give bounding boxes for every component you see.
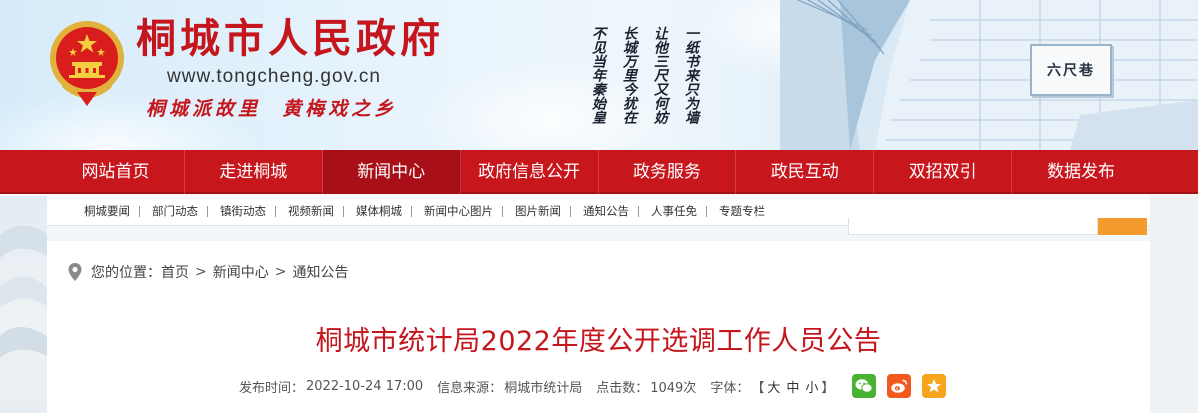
- poem-column: 不见当年秦始皇: [590, 26, 606, 124]
- nav-item-home[interactable]: 网站首页: [47, 150, 185, 194]
- breadcrumb-home[interactable]: 首页: [161, 262, 189, 282]
- breadcrumb-separator: >: [274, 264, 287, 280]
- article-title: 桐城市统计局2022年度公开选调工作人员公告: [315, 326, 882, 357]
- breadcrumb: 您的位置： 首页 > 新闻中心 > 通知公告: [67, 261, 348, 283]
- nav-item-data[interactable]: 数据发布: [1012, 150, 1150, 194]
- nav-item-services[interactable]: 政务服务: [599, 150, 737, 194]
- add-favorite-button[interactable]: [922, 374, 947, 398]
- site-header: 桐城市人民政府 www.tongcheng.gov.cn 桐城派故里 黄梅戏之乡…: [0, 0, 1198, 150]
- subnav-item-department[interactable]: 部门动态: [140, 203, 207, 219]
- nav-item-interaction[interactable]: 政民互动: [736, 150, 875, 194]
- article-panel: 您的位置： 首页 > 新闻中心 > 通知公告 桐城市统计局2022年度公开选调工…: [47, 241, 1150, 413]
- subnav-item-headlines[interactable]: 桐城要闻: [74, 203, 139, 219]
- font-small-button[interactable]: 小: [805, 377, 818, 396]
- article-meta: 发布时间： 2022-10-24 17:00 信息来源： 桐城市统计局 点击数：…: [239, 373, 947, 399]
- main-nav: 网站首页 走进桐城 新闻中心 政府信息公开 政务服务 政民互动 双招双引 数据发…: [0, 150, 1198, 194]
- share-wechat-button[interactable]: [852, 374, 877, 398]
- subnav-item-video[interactable]: 视频新闻: [276, 203, 343, 219]
- national-emblem-icon[interactable]: [47, 18, 127, 108]
- site-slogan: 桐城派故里 黄梅戏之乡: [146, 98, 398, 120]
- poem-column: 让他三尺又何妨: [652, 26, 668, 124]
- publish-time: 2022-10-24 17:00: [306, 378, 424, 394]
- subnav-item-topics[interactable]: 专题专栏: [707, 203, 774, 219]
- subnav-item-media[interactable]: 媒体桐城: [344, 203, 411, 219]
- share-weibo-button[interactable]: [887, 374, 912, 398]
- subnav-item-personnel[interactable]: 人事任免: [639, 203, 706, 219]
- font-bracket-close: 】: [821, 380, 835, 396]
- font-bracket-open: 【: [751, 380, 765, 396]
- left-decoration: [0, 196, 47, 413]
- weibo-icon: [891, 379, 908, 393]
- nav-item-investment[interactable]: 双招双引: [874, 150, 1013, 194]
- search-button[interactable]: [1098, 218, 1147, 235]
- clicks-label: 点击数：: [596, 380, 649, 396]
- liuchixiang-plaque: 六尺巷: [1030, 44, 1112, 96]
- subnav-item-notices[interactable]: 通知公告: [571, 203, 638, 219]
- wechat-icon: [855, 379, 874, 393]
- breadcrumb-news[interactable]: 新闻中心: [213, 262, 269, 282]
- right-decoration: [1150, 196, 1198, 413]
- publish-time-label: 发布时间：: [239, 380, 305, 396]
- font-size-label: 字体：: [710, 380, 750, 396]
- site-url: www.tongcheng.gov.cn: [167, 66, 381, 87]
- font-large-button[interactable]: 大: [767, 377, 780, 396]
- subnav-item-photo-news[interactable]: 图片新闻: [503, 203, 570, 219]
- breadcrumb-prefix: 您的位置：: [91, 265, 161, 281]
- poem-calligraphy: 不见当年秦始皇 长城万里今犹在 让他三尺又何妨 一纸书来只为墙: [585, 10, 700, 140]
- source: 桐城市统计局: [504, 380, 583, 396]
- nav-item-gov-info[interactable]: 政府信息公开: [461, 150, 599, 194]
- ink-wave-decoration: [0, 225, 47, 358]
- source-label: 信息来源：: [437, 380, 503, 396]
- alley-scene-illustration: [780, 0, 1198, 150]
- breadcrumb-notices[interactable]: 通知公告: [292, 262, 348, 282]
- nav-item-news[interactable]: 新闻中心: [322, 150, 461, 194]
- clicks-count: 1049次: [650, 380, 697, 396]
- search-input[interactable]: [848, 218, 1098, 235]
- favorite-star-icon: [927, 379, 942, 393]
- nav-item-about[interactable]: 走进桐城: [185, 150, 323, 194]
- location-pin-icon: [68, 263, 82, 281]
- breadcrumb-separator: >: [195, 264, 207, 280]
- poem-column: 长城万里今犹在: [621, 26, 637, 124]
- subnav-item-news-images[interactable]: 新闻中心图片: [412, 203, 502, 219]
- font-medium-button[interactable]: 中: [786, 377, 799, 396]
- subnav-item-towns[interactable]: 镇街动态: [208, 203, 275, 219]
- poem-column: 一纸书来只为墙: [683, 26, 699, 124]
- site-title[interactable]: 桐城市人民政府: [136, 16, 444, 62]
- plaque-text: 六尺巷: [1047, 63, 1095, 79]
